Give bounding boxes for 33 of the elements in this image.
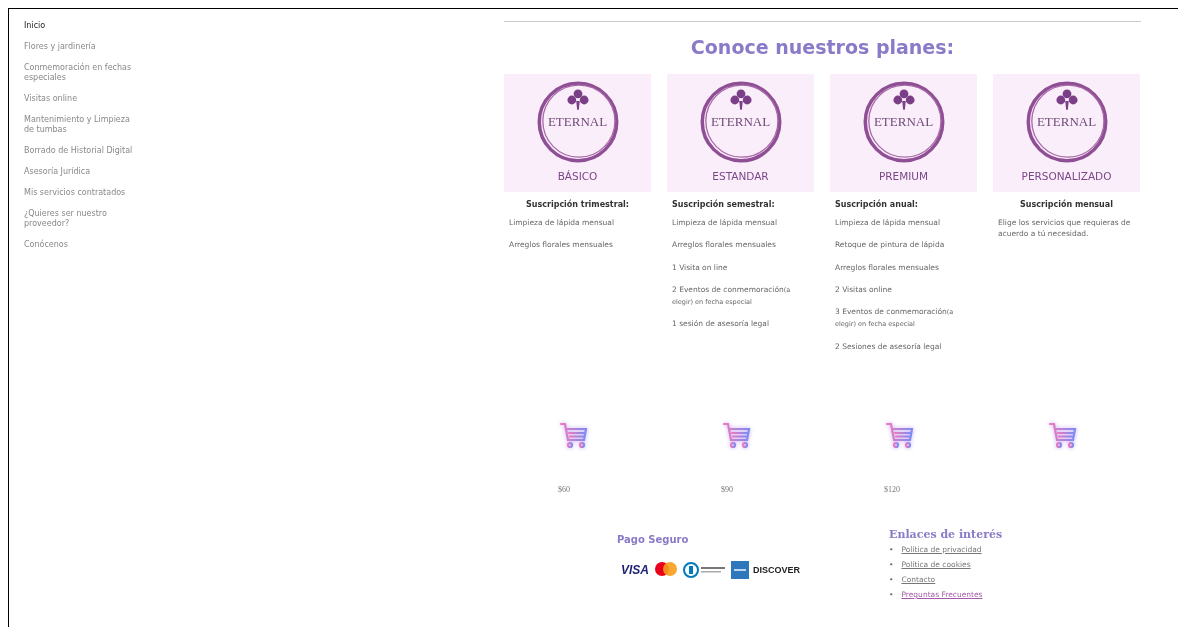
plan-name: PREMIUM [878,170,929,182]
sidebar-item[interactable]: Mantenimiento y Limpieza de tumbas [24,115,134,135]
sidebar-item[interactable]: Mis servicios contratados [24,188,134,198]
cart-icon[interactable] [884,421,916,449]
sidebar-item[interactable]: Asesoría Jurídica [24,167,134,177]
sidebar-item[interactable]: Conócenos [24,240,134,250]
plan-price: $120 [884,485,901,494]
plan-price: $60 [558,485,571,494]
sidebar-item[interactable]: Visitas online [24,94,134,104]
card-logo: DISCOVER [753,565,801,575]
sidebar-item[interactable]: Inicio [24,21,134,31]
sidebar-item[interactable]: ¿Quieres ser nuestro proveedor? [24,209,134,229]
cart-icon[interactable] [1047,421,1079,449]
plan-name: BÁSICO [557,170,598,182]
plan-name: ESTANDAR [712,170,769,182]
card-logo: VISA [621,563,649,577]
plan-subtitle: Suscripción anual: [835,200,919,209]
section-heading: Conoce nuestros planes: [689,36,956,58]
plan-subtitle: Suscripción trimestral: [525,200,630,209]
plan-subtitle: Suscripción mensual [1019,200,1114,209]
sidebar-item[interactable]: Conmemoración en fechas especiales [24,63,134,83]
card-logo-icon [731,561,749,579]
cart-icon[interactable] [558,421,590,449]
plan-price: $90 [721,485,734,494]
overlapping-circles-icon [653,561,679,579]
payment-title: Pago Seguro [617,534,690,545]
plan-name: PERSONALIZADO [1021,170,1112,182]
sidebar-item[interactable]: Flores y jardinería [24,42,134,52]
cart-icon[interactable] [721,421,753,449]
card-logo-icon [683,562,727,578]
plan-subtitle: Suscripción semestral: [672,200,776,209]
links-title: Enlaces de interés [889,528,1003,541]
sidebar-item[interactable]: Borrado de Historial Digital [24,146,134,156]
